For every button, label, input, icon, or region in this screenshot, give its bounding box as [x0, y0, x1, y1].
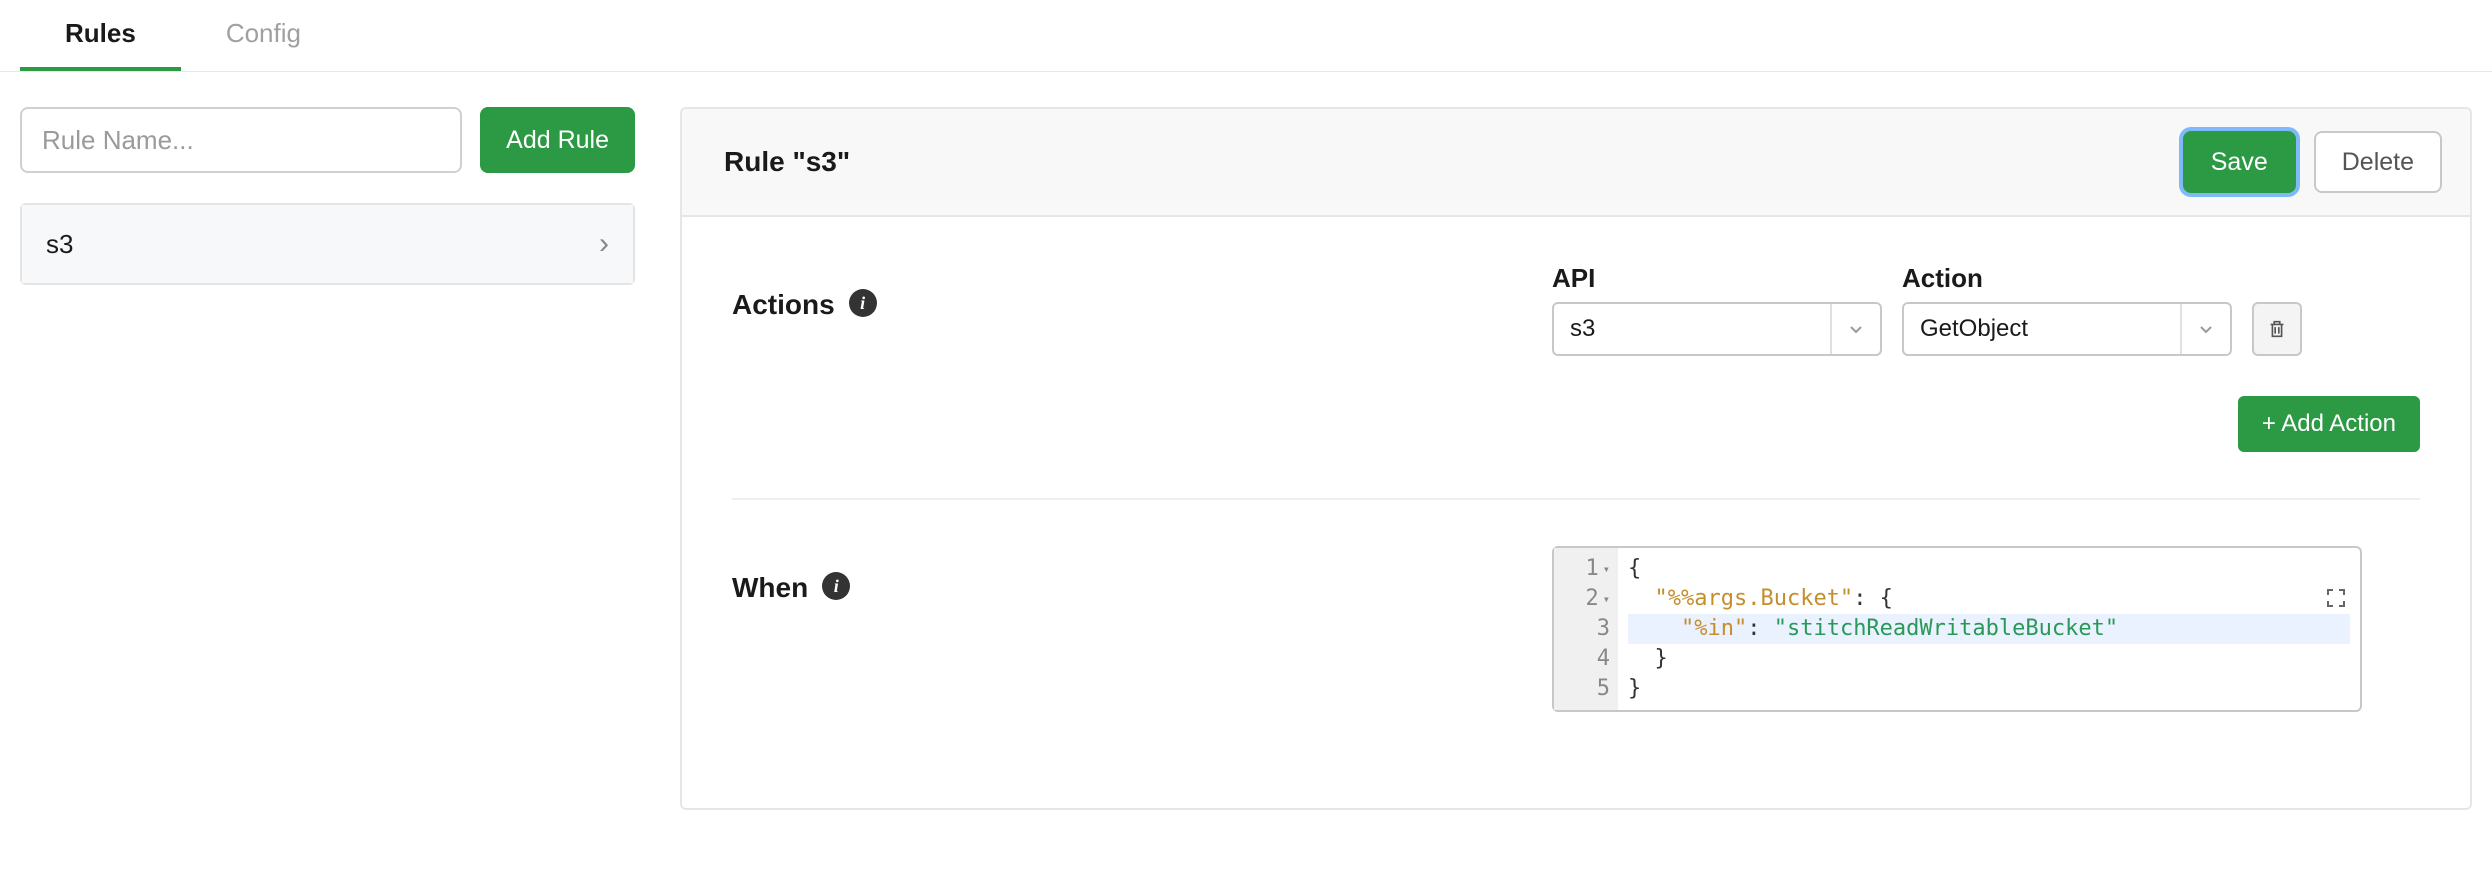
code-line[interactable]: "%%args.Bucket": {: [1628, 584, 2350, 614]
rule-item-label: s3: [46, 229, 73, 260]
add-rule-button[interactable]: Add Rule: [480, 107, 635, 173]
chevron-right-icon: ›: [599, 227, 609, 261]
code-line[interactable]: {: [1628, 554, 2350, 584]
panel-title: Rule "s3": [724, 146, 850, 178]
chevron-down-icon: [1830, 304, 1864, 354]
gutter-line: 3: [1562, 614, 1610, 644]
panel-header: Rule "s3" Save Delete: [682, 109, 2470, 217]
api-select-value: s3: [1570, 315, 1595, 343]
code-body[interactable]: { "%%args.Bucket": { "%in": "stitchReadW…: [1554, 548, 2360, 710]
delete-action-button[interactable]: [2252, 302, 2302, 356]
actions-section: Actions i API s3: [732, 263, 2420, 500]
code-line[interactable]: "%in": "stitchReadWritableBucket": [1628, 614, 2350, 644]
expand-icon[interactable]: [2324, 586, 2348, 610]
fold-marker-icon[interactable]: ▾: [1603, 584, 1610, 614]
trash-icon: [2266, 318, 2288, 340]
code-line[interactable]: }: [1628, 674, 2350, 704]
action-field-label: Action: [1902, 263, 2232, 294]
delete-button[interactable]: Delete: [2314, 131, 2442, 193]
rule-name-input[interactable]: [20, 107, 462, 173]
sidebar: Add Rule s3 ›: [20, 107, 635, 810]
gutter-line: 4: [1562, 644, 1610, 674]
code-line[interactable]: }: [1628, 644, 2350, 674]
info-icon[interactable]: i: [822, 572, 850, 600]
api-select[interactable]: s3: [1552, 302, 1882, 356]
save-button[interactable]: Save: [2183, 131, 2296, 193]
main-panel: Rule "s3" Save Delete Actions i API: [680, 107, 2472, 810]
gutter-line: 1▾: [1562, 554, 1610, 584]
gutter-line: 5: [1562, 674, 1610, 704]
when-section: When i 1▾2▾345 { "%%args.Bucket": { "%in…: [732, 546, 2420, 758]
add-action-button[interactable]: + Add Action: [2238, 396, 2420, 452]
tabs-bar: Rules Config: [0, 0, 2492, 72]
action-select[interactable]: GetObject: [1902, 302, 2232, 356]
action-select-value: GetObject: [1920, 315, 2028, 343]
when-label: When: [732, 572, 808, 604]
chevron-down-icon: [2180, 304, 2214, 354]
when-code-editor[interactable]: 1▾2▾345 { "%%args.Bucket": { "%in": "sti…: [1552, 546, 2362, 712]
tab-rules[interactable]: Rules: [20, 0, 181, 71]
gutter-line: 2▾: [1562, 584, 1610, 614]
info-icon[interactable]: i: [849, 289, 877, 317]
api-field-label: API: [1552, 263, 1882, 294]
code-gutter: 1▾2▾345: [1554, 548, 1618, 710]
rules-list: s3 ›: [20, 203, 635, 285]
tab-config[interactable]: Config: [181, 0, 346, 71]
rule-item-s3[interactable]: s3 ›: [22, 205, 633, 283]
actions-label: Actions: [732, 289, 835, 321]
fold-marker-icon[interactable]: ▾: [1603, 554, 1610, 584]
